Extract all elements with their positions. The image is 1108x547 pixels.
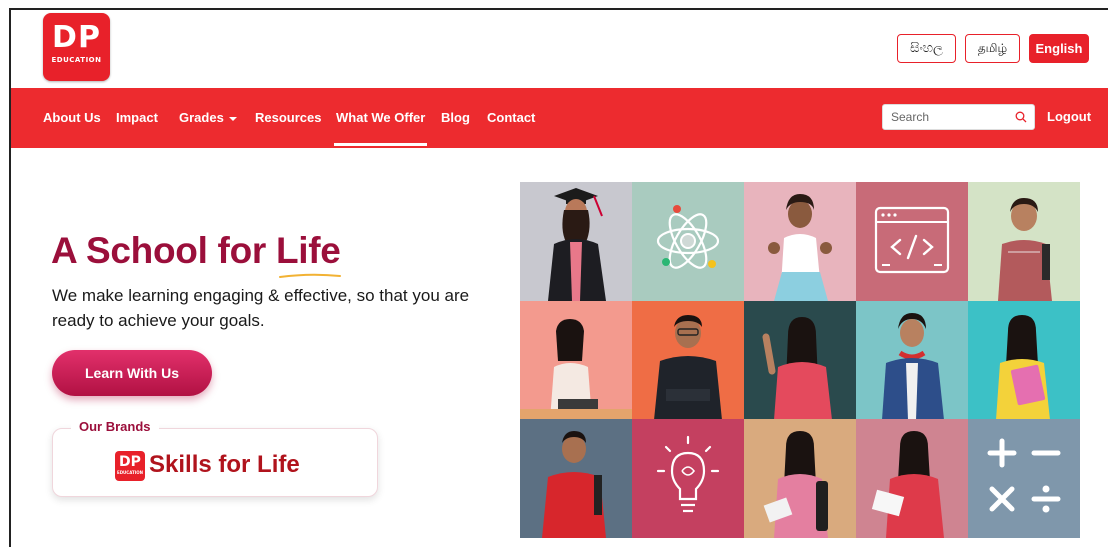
atom-icon bbox=[656, 205, 720, 269]
search-input[interactable] bbox=[883, 105, 1008, 129]
chevron-down-icon bbox=[228, 116, 237, 121]
woman-figure bbox=[763, 431, 828, 538]
brand-name: Skills for Life bbox=[149, 451, 300, 478]
graduate-girl-photo bbox=[520, 182, 632, 301]
girl-figure bbox=[768, 194, 832, 301]
boy-figure bbox=[998, 198, 1052, 301]
girl-with-paper-photo bbox=[856, 419, 968, 538]
girl-figure bbox=[871, 431, 944, 538]
coding-tile bbox=[856, 182, 968, 301]
boy-with-headphones-photo bbox=[856, 300, 968, 420]
main-nav: About Us Impact Grades Resources What We… bbox=[11, 88, 1108, 148]
boy-figure bbox=[882, 312, 944, 420]
language-english-button[interactable]: English bbox=[1029, 34, 1089, 63]
graduate-figure bbox=[548, 188, 606, 301]
code-icon bbox=[874, 206, 950, 274]
man-in-red-shirt-photo bbox=[520, 419, 632, 538]
nav-item-grades-label: Grades bbox=[179, 110, 224, 125]
girl-with-books-photo bbox=[968, 300, 1080, 420]
girl-figure bbox=[520, 318, 632, 420]
nav-item-about-us[interactable]: About Us bbox=[43, 110, 101, 125]
math-symbols-icon bbox=[987, 438, 1061, 513]
woman-with-bag-photo bbox=[744, 419, 856, 538]
browser-viewport: DP EDUCATION සිංහල தமிழ் English About U… bbox=[9, 8, 1108, 547]
search-box bbox=[882, 104, 1035, 130]
thumbs-up-girl-photo bbox=[744, 182, 856, 301]
boy-figure bbox=[654, 314, 722, 420]
pointing-woman-photo bbox=[744, 300, 856, 420]
dp-brand-logo: DP EDUCATION bbox=[115, 451, 145, 481]
language-sinhala-button[interactable]: සිංහල bbox=[897, 34, 956, 63]
schoolboy-photo bbox=[968, 182, 1080, 301]
nav-item-grades[interactable]: Grades bbox=[179, 110, 237, 125]
nav-item-what-we-offer[interactable]: What We Offer bbox=[333, 110, 428, 146]
site-header: DP EDUCATION සිංහල தமிழ் English bbox=[11, 10, 1108, 88]
nav-item-contact[interactable]: Contact bbox=[487, 110, 535, 125]
headline-underline-swoosh bbox=[279, 273, 341, 278]
hero-subtitle: We make learning engaging & effective, s… bbox=[52, 286, 470, 330]
hero-image-grid bbox=[520, 182, 1080, 538]
our-brands-label: Our Brands bbox=[71, 419, 159, 434]
boy-in-shirt-photo bbox=[632, 300, 744, 420]
brand-card-skills-for-life[interactable]: DP EDUCATION Skills for Life bbox=[52, 428, 378, 497]
learn-with-us-button[interactable]: Learn With Us bbox=[52, 350, 212, 396]
girl-figure bbox=[996, 314, 1050, 420]
math-tile bbox=[968, 419, 1080, 538]
girl-with-tablet-photo bbox=[520, 300, 632, 420]
search-icon[interactable] bbox=[1015, 111, 1027, 123]
idea-bulb-icon bbox=[656, 436, 720, 513]
language-tamil-button[interactable]: தமிழ் bbox=[965, 34, 1020, 63]
logout-link[interactable]: Logout bbox=[1047, 109, 1091, 124]
man-figure bbox=[542, 431, 606, 538]
science-tile bbox=[632, 182, 744, 301]
nav-item-blog[interactable]: Blog bbox=[441, 110, 470, 125]
nav-item-resources[interactable]: Resources bbox=[255, 110, 321, 125]
nav-item-impact[interactable]: Impact bbox=[116, 110, 158, 125]
dp-education-logo[interactable]: DP EDUCATION bbox=[43, 13, 110, 81]
woman-figure bbox=[762, 316, 832, 420]
hero-headline: A School for Life bbox=[51, 230, 341, 271]
idea-tile bbox=[632, 419, 744, 538]
